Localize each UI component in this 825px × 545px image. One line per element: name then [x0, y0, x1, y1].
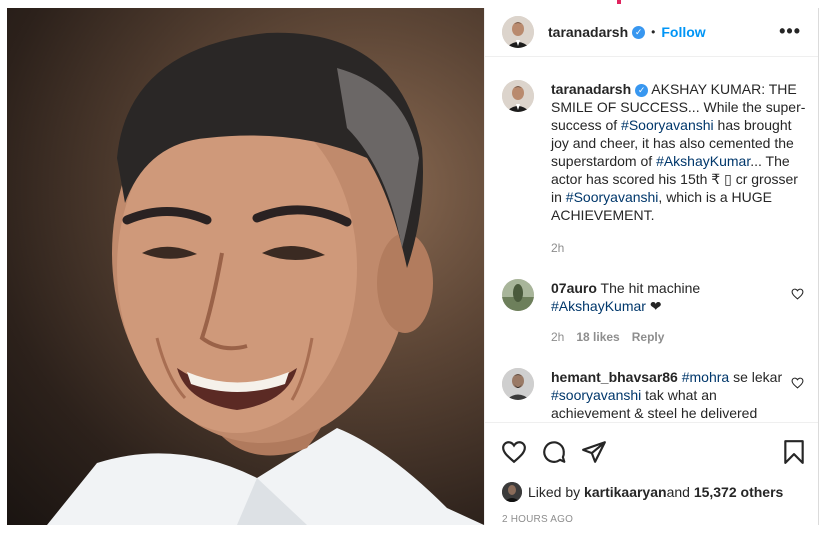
post-header: taranadarsh ✓ • Follow ••• — [485, 8, 819, 57]
comment-item: hemant_bhavsar86 #mohra se lekar #soorya… — [502, 368, 807, 422]
liker-username[interactable]: kartikaaryan — [584, 484, 667, 500]
comment-item: 07auro The hit machine #AkshayKumar ❤ — [502, 279, 807, 315]
commenter-avatar[interactable] — [502, 279, 534, 311]
comment-text: 07auro The hit machine #AkshayKumar ❤ — [551, 279, 791, 315]
caption-author[interactable]: taranadarsh — [551, 81, 631, 97]
avatar-portrait-icon — [502, 368, 534, 400]
comment-username[interactable]: hemant_bhavsar86 — [551, 369, 678, 385]
hashtag-link[interactable]: #Sooryavanshi — [621, 117, 714, 133]
liked-by-middle: and — [666, 484, 690, 500]
author-username[interactable]: taranadarsh — [548, 24, 628, 40]
verified-badge-icon: ✓ — [632, 25, 646, 39]
heart-icon[interactable] — [501, 439, 527, 465]
comment-text-part: The hit machine — [596, 280, 701, 296]
avatar-portrait-icon — [502, 482, 522, 502]
comment-likes[interactable]: 18 likes — [576, 330, 619, 344]
share-icon[interactable] — [581, 439, 607, 465]
comment-text-part: ❤ — [645, 298, 662, 314]
instagram-post-window: taranadarsh ✓ • Follow ••• taranadarsh ✓ … — [0, 0, 825, 545]
top-strip — [0, 0, 825, 8]
comment-like-heart-icon[interactable] — [791, 377, 804, 389]
post-actions-bar — [485, 422, 819, 472]
comment-text-part: se lekar — [729, 369, 783, 385]
notification-dot — [617, 0, 621, 4]
post-image[interactable] — [7, 8, 484, 525]
comment-username[interactable]: 07auro — [551, 280, 597, 296]
portrait-illustration — [47, 32, 484, 525]
liked-by-prefix: Liked by — [528, 484, 581, 500]
avatar-portrait-icon — [502, 80, 534, 112]
commenter-avatar[interactable] — [502, 368, 534, 400]
comment-timestamp[interactable]: 2h — [551, 330, 564, 344]
post-caption: taranadarsh ✓ AKSHAY KUMAR: THE SMILE OF … — [502, 80, 807, 224]
hashtag-link[interactable]: #mohra — [682, 369, 729, 385]
hashtag-link[interactable]: #sooryavanshi — [551, 387, 641, 403]
more-options-icon[interactable]: ••• — [779, 21, 801, 42]
separator-dot: • — [651, 25, 656, 39]
post-sidebar: taranadarsh ✓ • Follow ••• taranadarsh ✓ … — [484, 8, 819, 525]
author-avatar[interactable] — [502, 16, 534, 48]
comment-text: hemant_bhavsar86 #mohra se lekar #soorya… — [551, 368, 791, 422]
comment-like-heart-icon[interactable] — [791, 288, 804, 300]
comment-reply-button[interactable]: Reply — [632, 330, 665, 344]
avatar-landscape-icon — [502, 279, 534, 311]
liked-by-line: Liked by kartikaaryan and 15,372 others — [502, 482, 783, 502]
post-timestamp[interactable]: 2 HOURS AGO — [502, 514, 573, 525]
comment-meta: 2h 18 likes Reply — [551, 330, 664, 344]
hashtag-link[interactable]: #Sooryavanshi — [566, 189, 659, 205]
liker-avatar[interactable] — [502, 482, 522, 502]
hashtag-link[interactable]: #AkshayKumar — [656, 153, 750, 169]
bookmark-icon[interactable] — [781, 439, 807, 465]
panel-border — [818, 8, 819, 525]
caption-author-avatar[interactable] — [502, 80, 534, 112]
hashtag-link[interactable]: #AkshayKumar — [551, 298, 646, 314]
verified-badge-icon: ✓ — [635, 83, 649, 97]
caption-text: taranadarsh ✓ AKSHAY KUMAR: THE SMILE OF … — [551, 80, 807, 224]
likes-count[interactable]: 15,372 others — [694, 484, 784, 500]
comment-icon[interactable] — [541, 439, 567, 465]
caption-timestamp[interactable]: 2h — [551, 241, 564, 255]
avatar-portrait-icon — [502, 16, 534, 48]
follow-button[interactable]: Follow — [661, 24, 705, 40]
